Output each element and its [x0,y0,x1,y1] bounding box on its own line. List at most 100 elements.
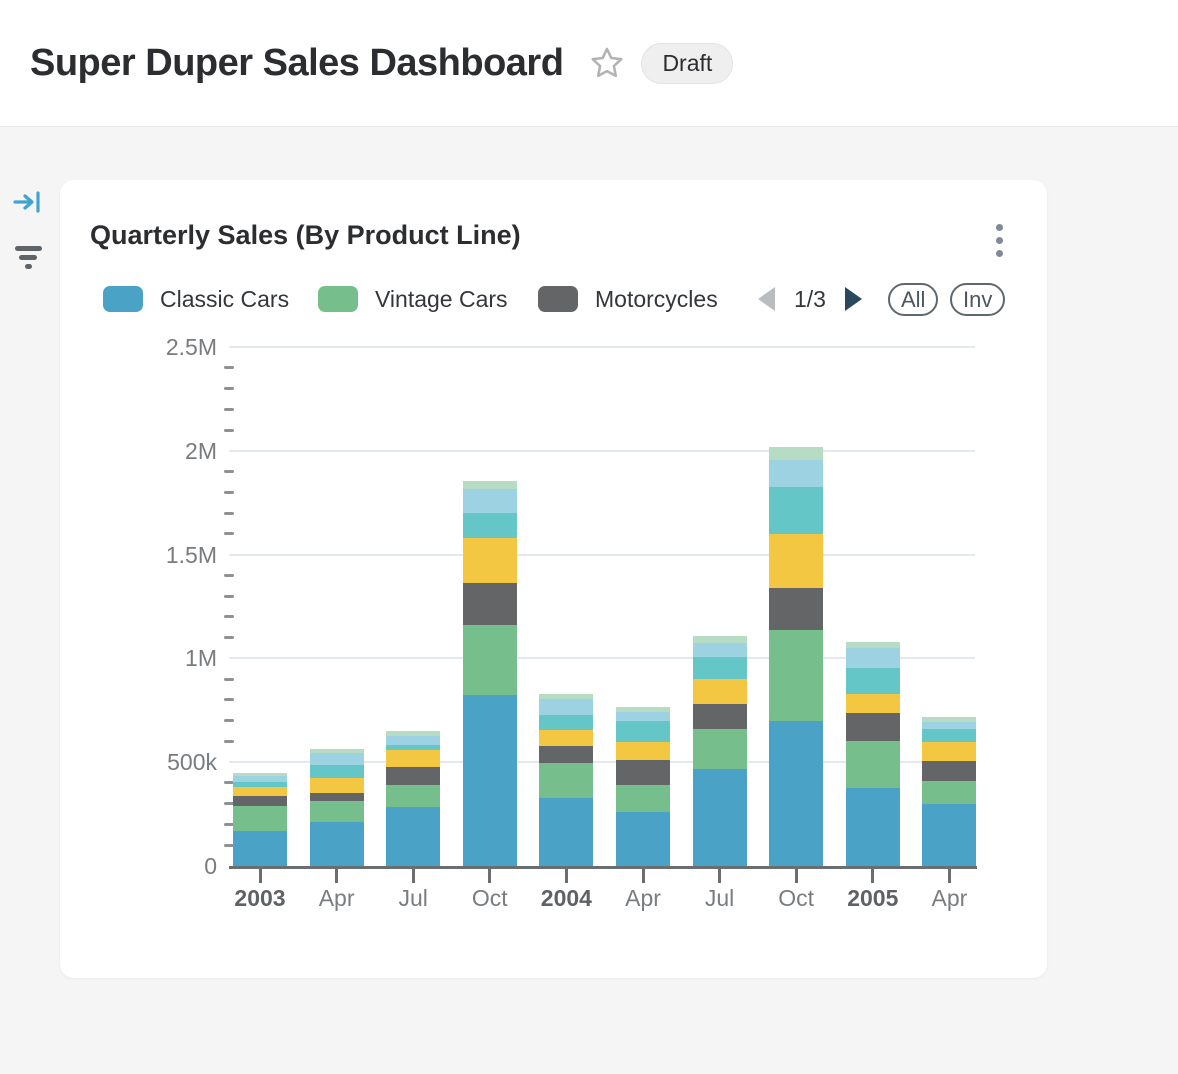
bar-segment[interactable] [616,712,670,721]
bar-segment[interactable] [463,481,517,489]
bar-segment[interactable] [922,804,976,866]
bar-segment[interactable] [463,513,517,538]
card-menu-button[interactable] [994,222,1005,259]
bar-5-apr[interactable] [616,707,670,866]
bar-segment[interactable] [693,704,747,729]
bar-segment[interactable] [386,807,440,866]
bar-segment[interactable] [310,753,364,766]
x-axis-tick [488,869,491,883]
gridline-2M [229,450,975,452]
bar-segment[interactable] [310,793,364,802]
bar-segment[interactable] [693,679,747,704]
bar-segment[interactable] [616,721,670,742]
collapse-panel-button[interactable] [12,188,42,221]
bar-segment[interactable] [386,785,440,807]
bar-segment[interactable] [310,801,364,822]
bar-1-apr[interactable] [310,749,364,866]
bar-segment[interactable] [539,746,593,764]
x-axis-label-oct: Oct [778,885,814,912]
legend-item-vintage-cars[interactable]: Vintage Cars [318,285,508,313]
bar-segment[interactable] [769,534,823,588]
bar-segment[interactable] [693,643,747,657]
favorite-button[interactable] [589,45,625,81]
bar-segment[interactable] [463,695,517,866]
bar-3-oct[interactable] [463,481,517,866]
y-axis-minor-tick [224,615,234,618]
bar-segment[interactable] [539,763,593,797]
bar-segment[interactable] [769,447,823,460]
legend-prev-page-button[interactable] [758,287,775,311]
bar-segment[interactable] [616,742,670,760]
bar-segment[interactable] [310,765,364,777]
bar-segment[interactable] [616,785,670,812]
bar-segment[interactable] [769,460,823,487]
bar-segment[interactable] [846,668,900,694]
bar-segment[interactable] [693,636,747,643]
bar-segment[interactable] [922,742,976,761]
bar-segment[interactable] [693,657,747,679]
bar-segment[interactable] [769,630,823,721]
bar-segment[interactable] [922,761,976,781]
bar-4-2004[interactable] [539,694,593,866]
bar-segment[interactable] [539,715,593,730]
x-axis-label-apr: Apr [931,885,967,912]
bar-7-oct[interactable] [769,447,823,866]
bar-segment[interactable] [846,788,900,866]
bar-segment[interactable] [922,722,976,729]
chart-title: Quarterly Sales (By Product Line) [90,220,521,251]
x-axis-label-2003: 2003 [234,885,285,912]
bar-segment[interactable] [386,750,440,767]
x-axis-tick [948,869,951,883]
chart-card: Quarterly Sales (By Product Line) Classi… [60,180,1047,978]
bar-segment[interactable] [769,487,823,534]
bar-segment[interactable] [846,741,900,789]
bar-segment[interactable] [693,769,747,866]
bar-8-2005[interactable] [846,642,900,866]
x-axis-label-jul: Jul [398,885,427,912]
bar-2-jul[interactable] [386,731,440,866]
gridline-2.5M [229,346,975,348]
bar-segment[interactable] [922,729,976,742]
y-axis-minor-tick [224,636,234,639]
bar-segment[interactable] [616,760,670,786]
y-axis-label-1.5M: 1.5M [143,541,217,569]
y-axis-minor-tick [224,491,234,494]
bar-segment[interactable] [233,796,287,806]
legend-select-all-button[interactable]: All [888,283,938,316]
bar-segment[interactable] [310,822,364,866]
bar-9-apr[interactable] [922,717,976,866]
bar-segment[interactable] [310,778,364,793]
x-axis-tick [795,869,798,883]
bar-6-jul[interactable] [693,636,747,866]
bar-segment[interactable] [386,736,440,745]
bar-segment[interactable] [539,730,593,746]
gridline-1.5M [229,554,975,556]
bar-segment[interactable] [769,588,823,630]
bar-segment[interactable] [463,538,517,583]
y-axis-minor-tick [224,512,234,515]
bar-segment[interactable] [922,781,976,804]
bar-segment[interactable] [616,812,670,866]
bar-segment[interactable] [463,583,517,625]
bar-segment[interactable] [846,694,900,712]
bar-segment[interactable] [693,729,747,769]
bar-segment[interactable] [386,767,440,785]
filter-button[interactable] [14,246,42,269]
bar-segment[interactable] [233,806,287,830]
bar-segment[interactable] [846,648,900,668]
bar-segment[interactable] [463,489,517,513]
bar-segment[interactable] [463,625,517,694]
legend-item-motorcycles[interactable]: Motorcycles [538,285,718,313]
legend-invert-selection-button[interactable]: Inv [950,283,1005,316]
legend-item-classic-cars[interactable]: Classic Cars [103,285,289,313]
bar-0-2003[interactable] [233,773,287,866]
bar-segment[interactable] [539,699,593,716]
bar-segment[interactable] [233,831,287,866]
legend-next-page-button[interactable] [845,287,862,311]
bar-segment[interactable] [233,787,287,796]
bar-segment[interactable] [769,721,823,866]
y-axis-label-2M: 2M [143,437,217,465]
y-axis-minor-tick [224,366,234,369]
bar-segment[interactable] [846,713,900,741]
bar-segment[interactable] [539,798,593,867]
